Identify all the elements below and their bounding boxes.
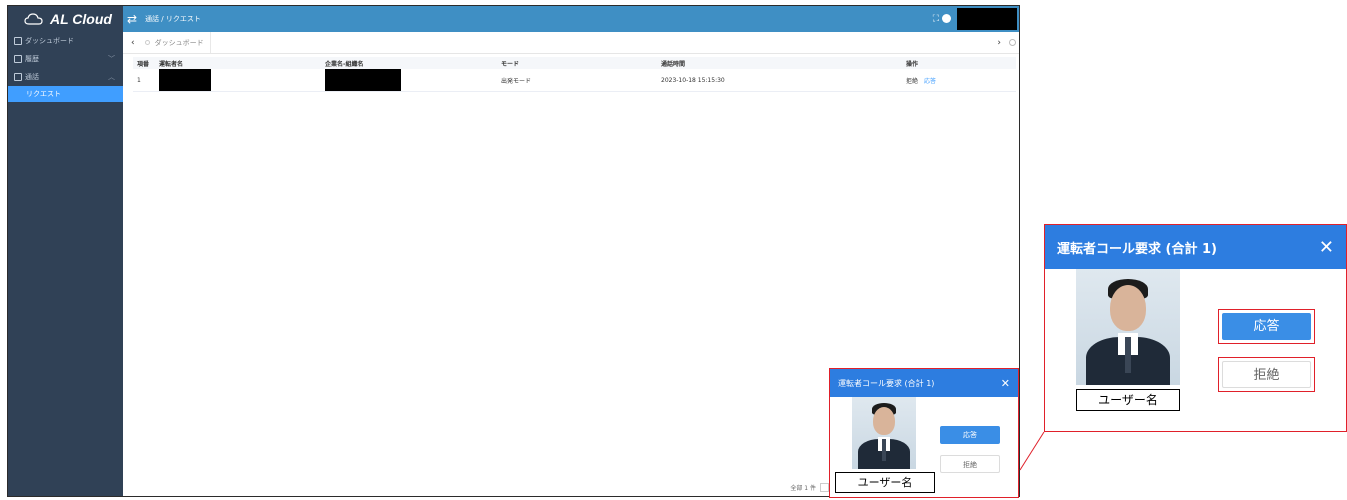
request-table: 項番 運転者名 企業名-組織名 モード 通話時間 操作 1 出発モード 2023…: [133, 57, 1016, 92]
pagination: 全部 1 件: [790, 483, 829, 492]
sidebar-item-call[interactable]: 通話 ︿: [8, 68, 123, 86]
sidebar-item-label: 履歴: [25, 55, 39, 63]
reject-button[interactable]: 拒絶: [1222, 361, 1311, 388]
username-label: ユーザー名: [835, 472, 935, 493]
tags-next-button[interactable]: ›: [997, 38, 1001, 48]
table-header-row: 項番 運転者名 企業名-組織名 モード 通話時間 操作: [133, 57, 1016, 69]
tag-dashboard[interactable]: ダッシュボード: [144, 32, 211, 53]
popup-title: 運転者コール要求 (合計 1): [1057, 241, 1217, 257]
column-header: 企業名-組織名: [321, 57, 497, 69]
chevron-down-icon: ﹀: [108, 55, 115, 63]
column-header: 項番: [133, 57, 155, 69]
cell-actions: 拒絶 応答: [902, 69, 1016, 92]
redacted-block: [325, 69, 401, 91]
call-request-popup-zoomed: 運転者コール要求 (合計 1) ✕ 応答 拒絶 ユーザー名: [1044, 224, 1347, 432]
logo: AL Cloud: [8, 6, 123, 32]
table-row: 1 出発モード 2023-10-18 15:15:30 拒絶 応答: [133, 69, 1016, 92]
logo-text: AL Cloud: [50, 11, 112, 27]
chevron-up-icon: ︿: [108, 73, 115, 81]
tag-label: ダッシュボード: [154, 38, 204, 47]
close-icon[interactable]: ✕: [1001, 377, 1010, 390]
column-header: 運転者名: [155, 57, 321, 69]
reject-link[interactable]: 拒絶: [906, 78, 918, 85]
driver-photo: [1076, 269, 1180, 385]
popup-title: 運転者コール要求 (合計 1): [838, 378, 935, 388]
history-icon: [14, 55, 22, 63]
sidebar: AL Cloud ダッシュボード 履歴 ﹀ 通話 ︿ リクエスト: [8, 6, 123, 496]
reject-button[interactable]: 拒絶: [940, 455, 1000, 473]
cell-mode: 出発モード: [497, 69, 657, 92]
hamburger-toggle-icon[interactable]: ⇄: [127, 12, 137, 26]
username-label: ユーザー名: [1076, 389, 1180, 411]
popup-header: 運転者コール要求 (合計 1) ✕: [1045, 225, 1346, 269]
close-all-icon[interactable]: [1009, 39, 1016, 46]
sidebar-item-request[interactable]: リクエスト: [8, 86, 123, 102]
column-header: 通話時間: [657, 57, 902, 69]
sidebar-item-history[interactable]: 履歴 ﹀: [8, 50, 123, 68]
cell-no: 1: [133, 69, 155, 92]
column-header: 操作: [902, 57, 1016, 69]
top-bar: ⇄ 通話 / リクエスト ⛶: [123, 6, 1019, 32]
column-header: モード: [497, 57, 657, 69]
call-request-popup: 運転者コール要求 (合計 1) ✕ 応答 拒絶 ユーザー名: [829, 368, 1019, 498]
close-icon[interactable]: ✕: [1319, 237, 1334, 258]
accept-button[interactable]: 応答: [1222, 313, 1311, 340]
driver-photo: [852, 397, 916, 469]
sidebar-item-label: 通話: [25, 73, 39, 81]
tags-prev-button[interactable]: ‹: [131, 38, 135, 48]
tags-view: ‹ ダッシュボード ›: [123, 32, 1019, 54]
cloud-icon: [24, 13, 43, 25]
redacted-block: [159, 69, 211, 91]
fullscreen-icon[interactable]: ⛶: [933, 14, 939, 24]
breadcrumb: 通話 / リクエスト: [145, 15, 201, 23]
cell-company: [321, 69, 497, 92]
sidebar-item-dashboard[interactable]: ダッシュボード: [8, 32, 123, 50]
accept-button[interactable]: 応答: [940, 426, 1000, 444]
accept-link[interactable]: 応答: [924, 78, 936, 85]
cell-time: 2023-10-18 15:15:30: [657, 69, 902, 92]
home-icon: [14, 37, 22, 45]
tag-dot-icon: [144, 40, 150, 45]
popup-header: 運転者コール要求 (合計 1) ✕: [830, 369, 1018, 397]
redacted-username: [957, 8, 1017, 30]
pager-prev-button[interactable]: [820, 483, 829, 492]
cell-driver: [155, 69, 321, 92]
call-icon: [14, 73, 22, 81]
pager-total: 全部 1 件: [790, 485, 816, 492]
sidebar-item-label: ダッシュボード: [25, 37, 74, 45]
user-avatar-icon[interactable]: [942, 14, 951, 23]
